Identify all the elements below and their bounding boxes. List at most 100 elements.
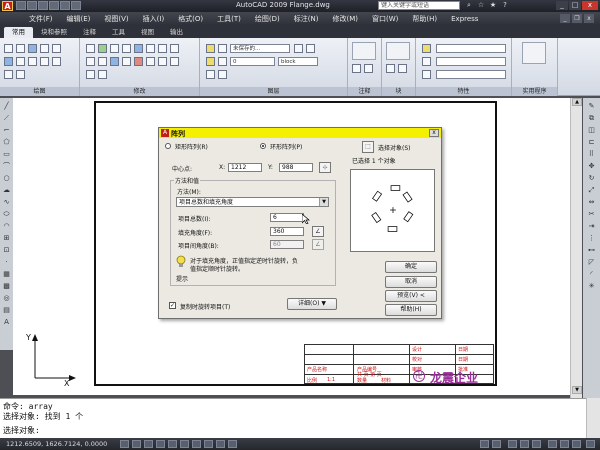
method-dropdown[interactable]: 项目总数和填充角度 ▼ <box>176 197 329 207</box>
select-objects-icon[interactable]: ⬚ <box>362 141 374 153</box>
tab-tools[interactable]: 工具 <box>104 27 133 38</box>
lineweight-combo[interactable] <box>436 70 506 79</box>
select-objects-label[interactable]: 选择对象(S) <box>378 143 411 152</box>
preview-button[interactable]: 预览(V) < <box>385 290 437 302</box>
ellipse-icon[interactable]: ⬭ <box>2 210 11 218</box>
layer-off-icon[interactable] <box>218 70 227 79</box>
polar-icon[interactable] <box>156 440 165 448</box>
arc-icon[interactable]: ⌒ <box>2 162 11 170</box>
menu-window[interactable]: 窗口(W) <box>365 14 405 24</box>
dialog-title-bar[interactable]: A 阵列 x <box>159 128 441 138</box>
help-search-input[interactable]: 键入关键字或短语 <box>378 1 460 10</box>
fillet-icon[interactable]: ◜ <box>587 270 596 278</box>
offset-icon[interactable]: ⊏ <box>587 138 596 146</box>
extend-icon[interactable] <box>170 44 179 53</box>
center-y-input[interactable]: 988 <box>279 163 313 172</box>
layer-isolate-icon[interactable] <box>306 44 315 53</box>
trim-icon[interactable] <box>158 44 167 53</box>
search-icon[interactable]: ⌕ <box>464 1 474 10</box>
lineweight-icon[interactable] <box>216 440 225 448</box>
spline-icon[interactable] <box>28 57 37 66</box>
hatch-icon[interactable] <box>16 57 25 66</box>
explode-icon[interactable] <box>146 57 155 66</box>
menu-express[interactable]: Express <box>444 15 485 23</box>
tab-view[interactable]: 视图 <box>133 27 162 38</box>
sun-icon[interactable] <box>218 57 227 66</box>
create-block-icon[interactable] <box>386 64 395 73</box>
color-property-combo[interactable] <box>436 44 506 53</box>
magnifier-icon[interactable] <box>522 42 546 64</box>
table-icon[interactable]: ▤ <box>2 306 11 314</box>
erase-icon[interactable] <box>134 57 143 66</box>
text-icon[interactable] <box>352 42 376 60</box>
zoom-icon[interactable] <box>520 440 529 448</box>
mirror-icon[interactable]: ◫ <box>587 126 596 134</box>
rotate-icon[interactable]: ↻ <box>587 174 596 182</box>
match-properties-icon[interactable] <box>422 44 431 53</box>
grid-icon[interactable] <box>132 440 141 448</box>
trim-icon[interactable]: ✂ <box>587 210 596 218</box>
copy-icon[interactable] <box>98 44 107 53</box>
spline-icon[interactable]: ∿ <box>2 198 11 206</box>
annotation-scale-icon[interactable] <box>548 440 557 448</box>
panel-properties-title[interactable]: 特性 <box>416 87 511 96</box>
osnap-icon[interactable] <box>168 440 177 448</box>
panel-layers-title[interactable]: 图层 <box>200 87 347 96</box>
edit-block-icon[interactable] <box>398 64 407 73</box>
region-icon[interactable] <box>4 70 13 79</box>
lineweight-icon[interactable] <box>422 70 431 79</box>
gradient-icon[interactable]: ▩ <box>2 282 11 290</box>
rectangle-icon[interactable] <box>52 44 61 53</box>
scale-icon[interactable]: ⤢ <box>587 186 596 194</box>
polar-array-radio[interactable] <box>260 143 266 149</box>
menu-help[interactable]: 帮助(H) <box>405 14 444 24</box>
layer-combo[interactable]: 0 <box>230 57 275 66</box>
menu-tools[interactable]: 工具(T) <box>210 14 248 24</box>
rotate-items-checkbox[interactable]: ✓ <box>169 302 176 309</box>
dialog-close-button[interactable]: x <box>429 129 439 137</box>
doc-minimize-button[interactable]: _ <box>560 14 570 23</box>
communication-icon[interactable]: ☆ <box>476 1 486 10</box>
array-icon[interactable] <box>110 57 119 66</box>
new-icon[interactable] <box>16 1 26 10</box>
layout-icon[interactable] <box>492 440 501 448</box>
panel-annotation-title[interactable]: 注释 <box>348 87 381 96</box>
leader-icon[interactable] <box>364 64 373 73</box>
join-icon[interactable] <box>170 57 179 66</box>
layer-properties-icon[interactable] <box>206 44 215 53</box>
rotate-icon[interactable] <box>122 44 131 53</box>
dimension-icon[interactable] <box>352 64 361 73</box>
scale-icon[interactable] <box>146 44 155 53</box>
scroll-up-icon[interactable]: ▲ <box>572 98 582 106</box>
bulb-icon[interactable] <box>206 57 215 66</box>
snap-icon[interactable] <box>120 440 129 448</box>
tab-home[interactable]: 常用 <box>4 27 33 38</box>
layer-previous-icon[interactable] <box>294 44 303 53</box>
app-menu-button[interactable]: A <box>2 1 13 11</box>
clean-screen-icon[interactable] <box>586 440 595 448</box>
chamfer-icon[interactable]: ◸ <box>587 258 596 266</box>
boundary-icon[interactable] <box>16 70 25 79</box>
print-icon[interactable] <box>71 1 81 10</box>
menu-dimension[interactable]: 标注(N) <box>287 14 326 24</box>
polygon-icon[interactable] <box>40 57 49 66</box>
ellipse-icon[interactable] <box>4 57 13 66</box>
dyn-icon[interactable] <box>204 440 213 448</box>
ok-button[interactable]: 确定 <box>385 261 437 273</box>
menu-format[interactable]: 格式(O) <box>171 14 210 24</box>
layer-match-icon[interactable] <box>206 70 215 79</box>
lock-icon[interactable] <box>572 440 581 448</box>
array-icon[interactable]: ⠿ <box>587 150 596 158</box>
minimize-button[interactable]: _ <box>556 1 568 10</box>
color-combo[interactable]: block <box>278 57 318 66</box>
doc-restore-button[interactable]: ❐ <box>572 14 582 23</box>
point-icon[interactable]: · <box>2 258 11 266</box>
erase-icon[interactable]: ✎ <box>587 102 596 110</box>
ducs-icon[interactable] <box>192 440 201 448</box>
arc-icon[interactable] <box>40 44 49 53</box>
menu-insert[interactable]: 插入(I) <box>136 14 172 24</box>
doc-close-button[interactable]: x <box>584 14 594 23</box>
menu-modify[interactable]: 修改(M) <box>325 14 365 24</box>
move-icon[interactable]: ✥ <box>587 162 596 170</box>
tab-output[interactable]: 输出 <box>162 27 191 38</box>
